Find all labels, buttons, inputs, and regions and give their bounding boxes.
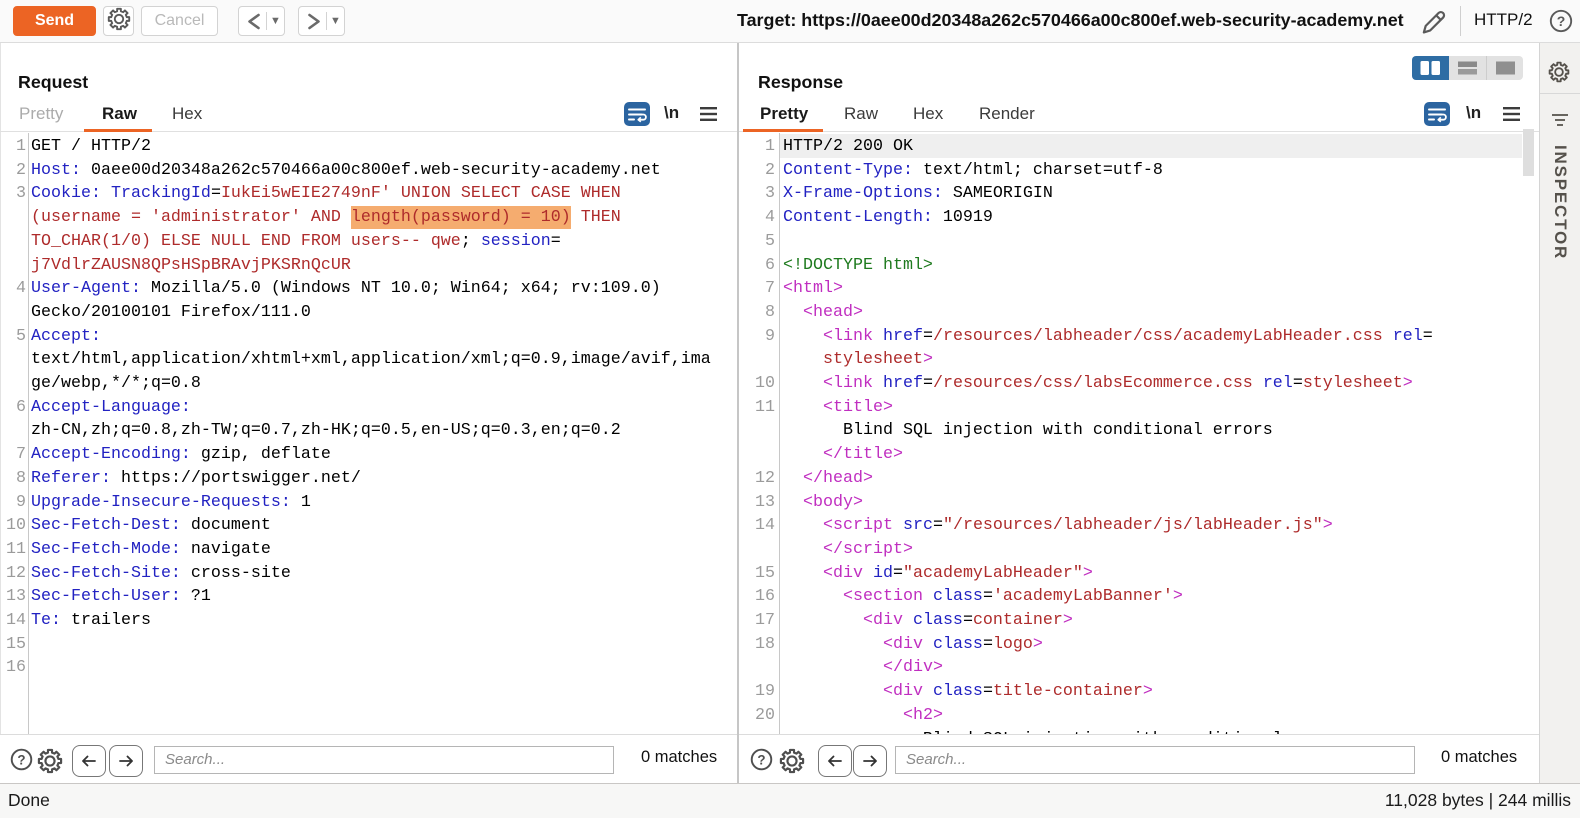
- svg-text:?: ?: [757, 752, 765, 767]
- svg-text:?: ?: [1557, 13, 1566, 29]
- svg-text:?: ?: [17, 752, 25, 767]
